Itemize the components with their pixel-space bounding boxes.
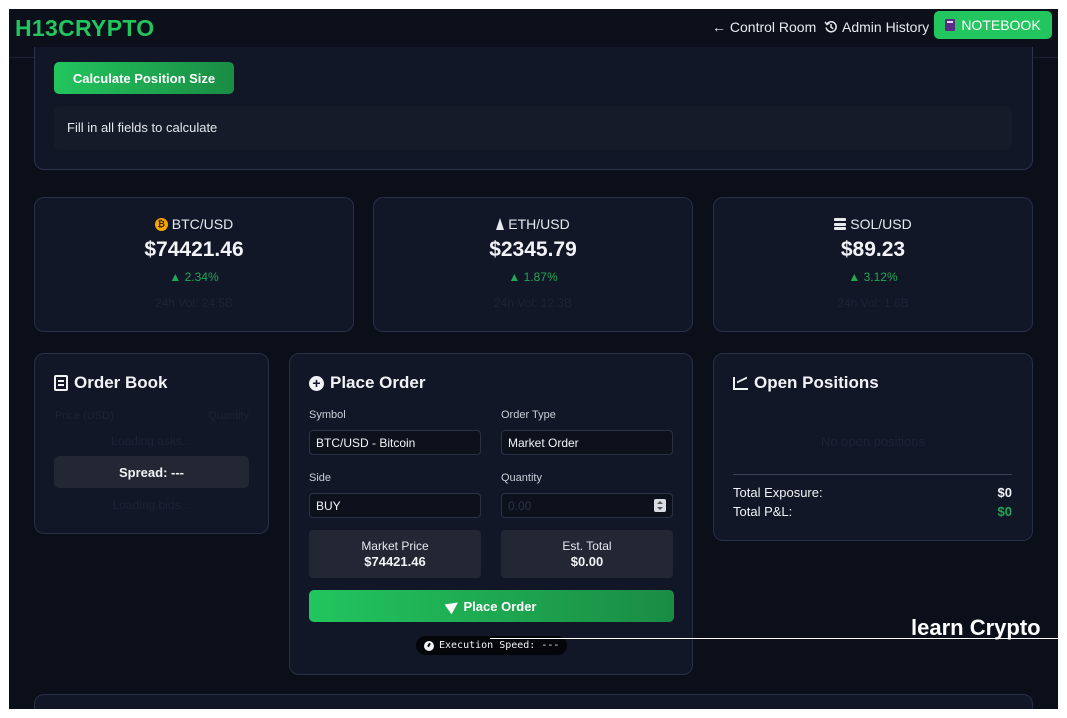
market-price-box: Market Price $74421.46 [309, 530, 481, 578]
speedometer-icon [424, 640, 434, 651]
asks-loading-text: Loading asks... [111, 434, 192, 448]
control-room-link[interactable]: ← Control Room [712, 19, 816, 35]
open-positions-panel: Open Positions No open positions Total E… [713, 353, 1033, 541]
ticker-change: ▲ 2.34% [169, 270, 219, 284]
line-chart-icon [733, 376, 748, 390]
ticker-header: ETH/USD [374, 216, 692, 232]
admin-history-link[interactable]: Admin History [824, 19, 929, 35]
ticker-volume: 24h Vol: 12.3B [493, 296, 573, 310]
notebook-button[interactable]: NOTEBOOK [934, 11, 1052, 39]
place-order-title: + Place Order [309, 373, 425, 393]
ticker-header: SOL/USD [714, 216, 1032, 232]
est-total-value: $0.00 [570, 554, 604, 569]
learn-crypto-label: learn Crypto [911, 615, 1041, 640]
ticker-volume: 24h Vol: 24.5B [154, 296, 234, 310]
symbol-select[interactable]: BTC/USD - Bitcoin [309, 430, 481, 455]
ticker-volume: 24h Vol: 1.8B [837, 296, 909, 310]
ticker-pair: SOL/USD [850, 216, 912, 232]
position-size-result: Fill in all fields to calculate [54, 106, 1012, 150]
position-size-card: Calculate Position Size Fill in all fiel… [34, 47, 1033, 170]
price-column-header: Price (USD) [55, 410, 114, 422]
notebook-icon [945, 19, 956, 31]
open-positions-title-text: Open Positions [754, 373, 879, 392]
bitcoin-icon: ₿ [154, 217, 168, 231]
total-pnl-row: Total P&L: $0 [733, 504, 1012, 519]
symbol-label: Symbol [309, 409, 346, 421]
ticker-card-eth[interactable]: ETH/USD $2345.79 ▲ 1.87% 24h Vol: 12.3B [373, 197, 693, 332]
place-order-title-text: Place Order [330, 373, 426, 392]
app-viewport: H13CRYPTO ← Control Room Admin History N… [9, 9, 1058, 709]
ethereum-icon [496, 218, 505, 230]
ticker-change: ▲ 3.12% [848, 270, 898, 284]
quantity-placeholder: 0.00 [508, 499, 532, 513]
order-type-select[interactable]: Market Order [501, 430, 673, 455]
bids-loading-text: Loading bids... [112, 498, 191, 512]
order-book-panel: Order Book Price (USD) Quantity Loading … [34, 353, 269, 534]
book-icon [54, 375, 68, 391]
positions-divider [733, 474, 1012, 475]
order-book-title: Order Book [54, 373, 168, 393]
total-pnl-value: $0 [997, 504, 1012, 519]
est-total-label: Est. Total [562, 539, 612, 553]
ticker-change: ▲ 1.87% [508, 270, 558, 284]
plus-circle-icon: + [309, 375, 324, 391]
brand-logo[interactable]: H13CRYPTO [15, 15, 154, 42]
market-price-value: $74421.46 [364, 554, 426, 569]
place-order-panel: + Place Order Symbol BTC/USD - Bitcoin O… [289, 353, 693, 675]
ticker-pair: ETH/USD [508, 216, 570, 232]
quantity-input[interactable]: 0.00 [501, 493, 673, 518]
side-label: Side [309, 472, 332, 484]
open-positions-title: Open Positions [733, 373, 879, 393]
ticker-price: $2345.79 [489, 238, 577, 261]
side-select[interactable]: BUY [309, 493, 481, 518]
ticker-pair: BTC/USD [171, 216, 234, 232]
place-order-button-label: Place Order [463, 598, 537, 614]
quantity-label: Quantity [501, 472, 542, 484]
spread-display: Spread: --- [54, 456, 249, 488]
total-exposure-row: Total Exposure: $0 [733, 485, 1012, 500]
total-exposure-label: Total Exposure: [733, 485, 823, 500]
order-book-title-text: Order Book [74, 373, 168, 392]
total-pnl-label: Total P&L: [733, 504, 793, 519]
quantity-stepper[interactable] [654, 499, 666, 512]
ticker-header: ₿ BTC/USD [35, 216, 353, 232]
paper-plane-icon [444, 597, 461, 615]
ticker-card-btc[interactable]: ₿ BTC/USD $74421.46 ▲ 2.34% 24h Vol: 24.… [34, 197, 354, 332]
control-room-label: ← Control Room [712, 19, 817, 35]
place-order-button[interactable]: Place Order [309, 590, 674, 622]
bottom-panel [34, 694, 1033, 709]
coins-icon [834, 218, 847, 230]
est-total-box: Est. Total $0.00 [501, 530, 673, 578]
execution-speed-text: Execution Speed: --- [439, 640, 560, 651]
admin-history-label: Admin History [842, 19, 930, 35]
history-icon [824, 21, 837, 33]
no-positions-text: No open positions [820, 434, 926, 449]
ticker-price: $74421.46 [144, 238, 244, 261]
quantity-column-header: Quantity [208, 410, 249, 422]
total-exposure-value: $0 [997, 485, 1012, 500]
ticker-card-sol[interactable]: SOL/USD $89.23 ▲ 3.12% 24h Vol: 1.8B [713, 197, 1033, 332]
market-price-label: Market Price [361, 539, 429, 553]
calculate-position-size-button[interactable]: Calculate Position Size [54, 62, 234, 94]
order-type-label: Order Type [501, 409, 556, 421]
ticker-price: $89.23 [840, 238, 906, 261]
notebook-label: NOTEBOOK [961, 17, 1041, 33]
